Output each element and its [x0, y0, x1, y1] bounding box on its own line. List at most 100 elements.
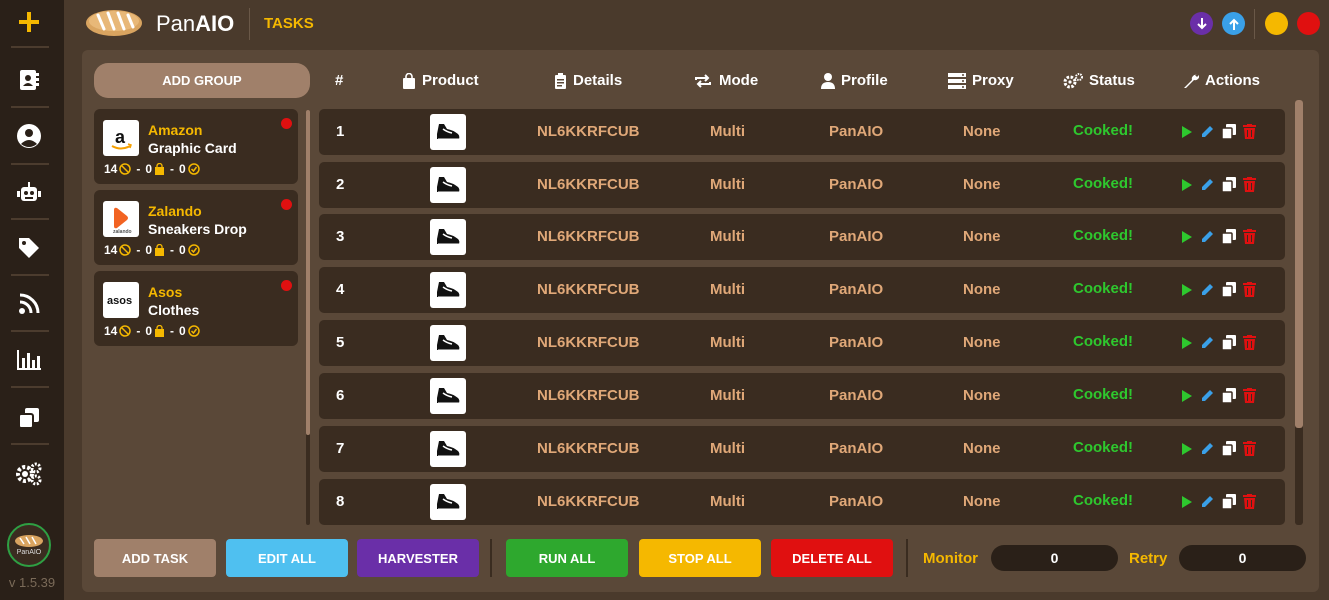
groups-scrollbar[interactable]	[306, 110, 310, 525]
edit-task-button[interactable]	[1200, 494, 1215, 514]
app-name-light: Pan	[156, 11, 196, 36]
contact-book-icon[interactable]	[8, 60, 50, 100]
run-all-button[interactable]: RUN ALL	[506, 539, 628, 577]
bag-icon	[155, 163, 165, 175]
delete-task-button[interactable]	[1243, 229, 1256, 249]
header-label: Details	[573, 72, 623, 89]
play-icon	[1182, 389, 1192, 402]
delete-task-button[interactable]	[1243, 177, 1256, 197]
start-task-button[interactable]	[1181, 389, 1193, 408]
download-button[interactable]	[1190, 12, 1213, 35]
add-task-button[interactable]: ADD TASK	[94, 539, 216, 577]
edit-task-button[interactable]	[1200, 124, 1215, 144]
task-row[interactable]: 1 NL6KKRFCUB Multi PanAIO None Cooked!	[319, 109, 1285, 155]
sidebar-divider	[11, 163, 49, 165]
close-button[interactable]	[1297, 12, 1320, 35]
copy-windows-icon[interactable]	[8, 398, 50, 438]
edit-task-button[interactable]	[1200, 441, 1215, 461]
group-subtitle: Graphic Card	[148, 140, 237, 156]
robot-icon[interactable]	[8, 173, 50, 213]
task-mode: Multi	[710, 387, 745, 404]
duplicate-task-button[interactable]	[1221, 282, 1236, 302]
ban-icon	[119, 163, 132, 175]
sidebar-divider	[11, 274, 49, 276]
copy-icon	[1221, 282, 1236, 298]
tag-icon[interactable]	[8, 228, 50, 268]
task-row[interactable]: 4 NL6KKRFCUB Multi PanAIO None Cooked!	[319, 267, 1285, 313]
task-number: 6	[336, 387, 345, 404]
duplicate-task-button[interactable]	[1221, 441, 1236, 461]
task-number: 5	[336, 334, 345, 351]
start-task-button[interactable]	[1181, 283, 1193, 302]
edit-task-button[interactable]	[1200, 177, 1215, 197]
pencil-icon	[1202, 443, 1213, 454]
monitor-delay-input[interactable]: 0	[991, 545, 1118, 571]
task-number: 4	[336, 281, 345, 298]
minimize-button[interactable]	[1265, 12, 1288, 35]
pencil-icon	[1202, 496, 1213, 507]
task-profile: PanAIO	[829, 334, 884, 351]
delete-task-button[interactable]	[1243, 494, 1256, 514]
delete-task-button[interactable]	[1243, 335, 1256, 355]
stop-all-button[interactable]: STOP ALL	[639, 539, 761, 577]
task-row[interactable]: 5 NL6KKRFCUB Multi PanAIO None Cooked!	[319, 320, 1285, 366]
edit-task-button[interactable]	[1200, 282, 1215, 302]
delete-all-button[interactable]: DELETE ALL	[771, 539, 893, 577]
task-row[interactable]: 8 NL6KKRFCUB Multi PanAIO None Cooked!	[319, 479, 1285, 525]
task-row[interactable]: 3 NL6KKRFCUB Multi PanAIO None Cooked!	[319, 214, 1285, 260]
edit-all-button[interactable]: EDIT ALL	[226, 539, 348, 577]
start-task-button[interactable]	[1181, 230, 1193, 249]
tasks-scrollbar[interactable]	[1295, 100, 1303, 525]
bar-chart-icon[interactable]	[8, 340, 50, 380]
duplicate-task-button[interactable]	[1221, 124, 1236, 144]
task-row[interactable]: 7 NL6KKRFCUB Multi PanAIO None Cooked!	[319, 426, 1285, 472]
task-mode: Multi	[710, 440, 745, 457]
start-task-button[interactable]	[1181, 495, 1193, 514]
start-task-button[interactable]	[1181, 178, 1193, 197]
start-task-button[interactable]	[1181, 336, 1193, 355]
rss-icon[interactable]	[8, 284, 50, 324]
duplicate-task-button[interactable]	[1221, 335, 1236, 355]
duplicate-task-button[interactable]	[1221, 494, 1236, 514]
column-header-details: Details	[554, 72, 622, 89]
plus-icon[interactable]	[8, 2, 50, 42]
group-card-amazon[interactable]: a Amazon Graphic Card 14 - 0 - 0	[94, 109, 298, 184]
task-row[interactable]: 2 NL6KKRFCUB Multi PanAIO None Cooked!	[319, 162, 1285, 208]
product-thumbnail	[430, 272, 466, 308]
header-label: Actions	[1205, 72, 1261, 89]
user-circle-icon[interactable]	[8, 116, 50, 156]
task-proxy: None	[963, 123, 1001, 140]
gears-icon[interactable]	[8, 454, 50, 494]
duplicate-task-button[interactable]	[1221, 229, 1236, 249]
delete-task-button[interactable]	[1243, 282, 1256, 302]
group-card-zalando[interactable]: zalando Zalando Sneakers Drop 14 - 0 - 0	[94, 190, 298, 265]
start-task-button[interactable]	[1181, 442, 1193, 461]
task-details: NL6KKRFCUB	[537, 228, 640, 245]
task-status: Cooked!	[1073, 122, 1133, 139]
group-card-asos[interactable]: asos Asos Clothes 14 - 0 - 0	[94, 271, 298, 346]
stat-bag: 0	[145, 324, 153, 338]
column-header-profile: Profile	[821, 72, 888, 89]
trash-icon	[1243, 388, 1256, 403]
task-row[interactable]: 6 NL6KKRFCUB Multi PanAIO None Cooked!	[319, 373, 1285, 419]
delete-task-button[interactable]	[1243, 124, 1256, 144]
task-proxy: None	[963, 387, 1001, 404]
add-group-button[interactable]: ADD GROUP	[94, 63, 310, 98]
duplicate-task-button[interactable]	[1221, 388, 1236, 408]
stat-total: 14	[104, 324, 118, 338]
delete-task-button[interactable]	[1243, 388, 1256, 408]
delete-task-button[interactable]	[1243, 441, 1256, 461]
start-task-button[interactable]	[1181, 125, 1193, 144]
scrollbar-thumb[interactable]	[1295, 100, 1303, 428]
task-proxy: None	[963, 493, 1001, 510]
retry-delay-input[interactable]: 0	[1179, 545, 1306, 571]
scrollbar-thumb[interactable]	[306, 110, 310, 435]
edit-task-button[interactable]	[1200, 335, 1215, 355]
duplicate-task-button[interactable]	[1221, 177, 1236, 197]
bag-icon	[155, 244, 165, 256]
edit-task-button[interactable]	[1200, 229, 1215, 249]
edit-task-button[interactable]	[1200, 388, 1215, 408]
upload-button[interactable]	[1222, 12, 1245, 35]
harvester-button[interactable]: HARVESTER	[357, 539, 479, 577]
task-status: Cooked!	[1073, 386, 1133, 403]
